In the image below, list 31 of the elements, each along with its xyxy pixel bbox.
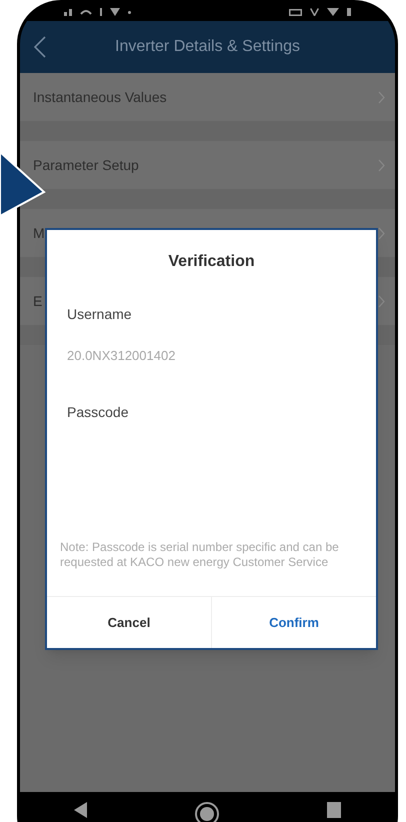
triangle-icon: [110, 8, 120, 16]
back-icon: [34, 36, 46, 58]
menu-item-label: M: [33, 224, 45, 242]
header-title: Inverter Details & Settings: [115, 37, 300, 57]
chevron-icon: [378, 294, 385, 308]
vibrate-icon: [310, 8, 319, 16]
cancel-button[interactable]: Cancel: [47, 597, 211, 648]
back-button[interactable]: [34, 35, 48, 59]
menu-item-label: Instantaneous Values: [33, 88, 167, 106]
battery-icon: [289, 8, 302, 16]
menu-item[interactable]: Parameter Setup: [20, 141, 395, 189]
chevron-icon: [378, 226, 385, 240]
menu-item-label: E: [33, 292, 42, 310]
signal-icon: [64, 8, 72, 16]
recents-nav-icon: [327, 802, 342, 818]
note-text: Note: Passcode is serial number specific and can be requested at KACO new energy Customer Service: [59, 540, 340, 570]
menu-item-label: Parameter Setup: [33, 156, 139, 175]
chevron-icon: [378, 158, 385, 172]
dot-icon: [128, 10, 131, 14]
wifi-icon: [327, 8, 339, 16]
dialog-title: Verification: [168, 252, 255, 272]
input-field[interactable]: 20.0NX312001402: [67, 343, 356, 367]
back-nav-icon: [74, 802, 88, 818]
arc-icon: [80, 9, 92, 15]
battery-level-icon: [347, 8, 351, 16]
home-nav-icon: [195, 802, 220, 822]
field-label: Username: [67, 305, 133, 324]
chevron-icon: [378, 90, 385, 104]
confirm-button[interactable]: Confirm: [211, 597, 376, 648]
field-label: Passcode: [67, 403, 130, 422]
menu-item[interactable]: Instantaneous Values: [20, 73, 395, 121]
